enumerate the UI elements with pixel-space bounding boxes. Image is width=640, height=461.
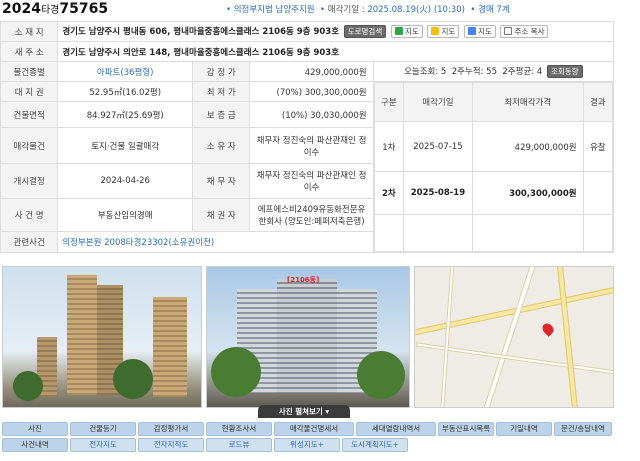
photo-location-map[interactable]	[414, 266, 614, 408]
auction-rounds: 구분 매각기일 최저매각가격 결과 1차 2025-07-15 429,000,…	[372, 81, 615, 253]
case-name-value: 부동산임의경매	[57, 198, 194, 232]
copy-address-button[interactable]: 주소 복사	[500, 25, 549, 38]
owner-value: 채무자 정진숙의 파산관재인 정이수	[249, 127, 374, 164]
start-date-value: 2024-04-26	[57, 163, 194, 199]
google-map-button[interactable]: 지도	[463, 25, 496, 38]
tab-electronic-map[interactable]: 전자지도	[70, 438, 136, 452]
location-pin-icon	[540, 321, 556, 337]
tab-roadview[interactable]: 로드뷰	[206, 438, 272, 452]
building-area-value: 84.927㎡(25.69평)	[57, 101, 194, 128]
round-row: 2차 2025-08-19 300,300,000원	[373, 171, 614, 216]
deposit-value: (10%) 30,030,000원	[249, 101, 374, 128]
tab-status-report[interactable]: 현황조사서	[206, 422, 272, 436]
case-number: 2024타경75765	[2, 1, 109, 17]
court-name[interactable]: 의정부지법 남양주지원	[234, 5, 315, 15]
photo-exterior-1[interactable]	[2, 266, 202, 408]
photo-building-tag: [2106동]	[287, 276, 320, 284]
naver-icon	[394, 27, 403, 35]
tab-property-list[interactable]: 부동산표시목록	[438, 422, 494, 436]
copy-icon	[504, 27, 513, 35]
round-row: 1차 2025-07-15 429,000,000원 유찰	[373, 120, 614, 173]
new-address: 경기도 남양주시 의안로 148, 평내마을중흥에스클래스 2106동 9층 9…	[62, 47, 340, 58]
case-meta: • 의정부지법 남양주지원 • 매각기일 : 2025.08.19(火) (10…	[226, 5, 510, 15]
tab-cadastral-map[interactable]: 전자지적도	[138, 438, 204, 452]
kakao-icon	[431, 27, 440, 35]
creditor-value: 에프에스비2409유동화전문유한회사 (양도인:페퍼저축은행)	[249, 198, 374, 232]
case-header: 2024타경75765 • 의정부지법 남양주지원 • 매각기일 : 2025.…	[0, 0, 640, 20]
photo-strip: [2106동]	[0, 266, 614, 408]
google-icon	[467, 27, 476, 35]
auction-dept: 경매 7계	[478, 5, 510, 15]
property-type[interactable]: 아파트(36평형)	[57, 61, 194, 82]
debtor-value: 채무자 정진숙의 파산관재인 정이수	[249, 163, 374, 199]
tab-building-register[interactable]: 건물등기	[70, 422, 136, 436]
road-search-button[interactable]: 도로명검색	[343, 25, 387, 38]
tab-date-history[interactable]: 기일내역	[496, 422, 552, 436]
photo-exterior-2[interactable]: [2106동]	[206, 266, 410, 408]
tab-document-history[interactable]: 문건/송달내역	[554, 422, 612, 436]
tab-appraisal[interactable]: 감정평가서	[138, 422, 204, 436]
tab-photos[interactable]: 사진	[2, 422, 68, 436]
kakao-map-button[interactable]: 지도	[427, 25, 460, 38]
land-right-value: 52.95㎡(16.02평)	[57, 81, 194, 102]
naver-map-button[interactable]: 지도	[390, 25, 423, 38]
tab-case-history[interactable]: 사건내역	[2, 438, 68, 452]
tab-household-records[interactable]: 세대열람내역서	[356, 422, 436, 436]
photo-expand-button[interactable]: 사진 펼쳐보기 ▾	[258, 405, 350, 418]
tab-urban-plan-map[interactable]: 도시계획지도+	[342, 438, 408, 452]
sale-date: 2025.08.19(火) (10:30)	[367, 5, 465, 15]
tab-sale-statement[interactable]: 매각물건명세서	[274, 422, 354, 436]
view-stats: 오늘조회: 5 2주누적: 55 2주평균: 4 조회동향	[372, 61, 615, 82]
appraisal-value: 429,000,000원	[249, 61, 374, 82]
tab-satellite-map[interactable]: 위성지도+	[274, 438, 340, 452]
sale-object-value: 토지·건물 일괄매각	[57, 127, 194, 164]
address: 경기도 남양주시 평내동 606, 평내마을중흥에스클래스 2106동 9층 9…	[62, 27, 340, 37]
min-price-value: (70%) 300,300,000원	[249, 81, 374, 102]
case-info-table: 소 재 지 경기도 남양주시 평내동 606, 평내마을중흥에스클래스 2106…	[0, 21, 615, 253]
view-trend-button[interactable]: 조회동향	[546, 65, 583, 78]
related-case-link[interactable]: 의정부본원 2008타경23302(소유권이전)	[57, 231, 374, 253]
